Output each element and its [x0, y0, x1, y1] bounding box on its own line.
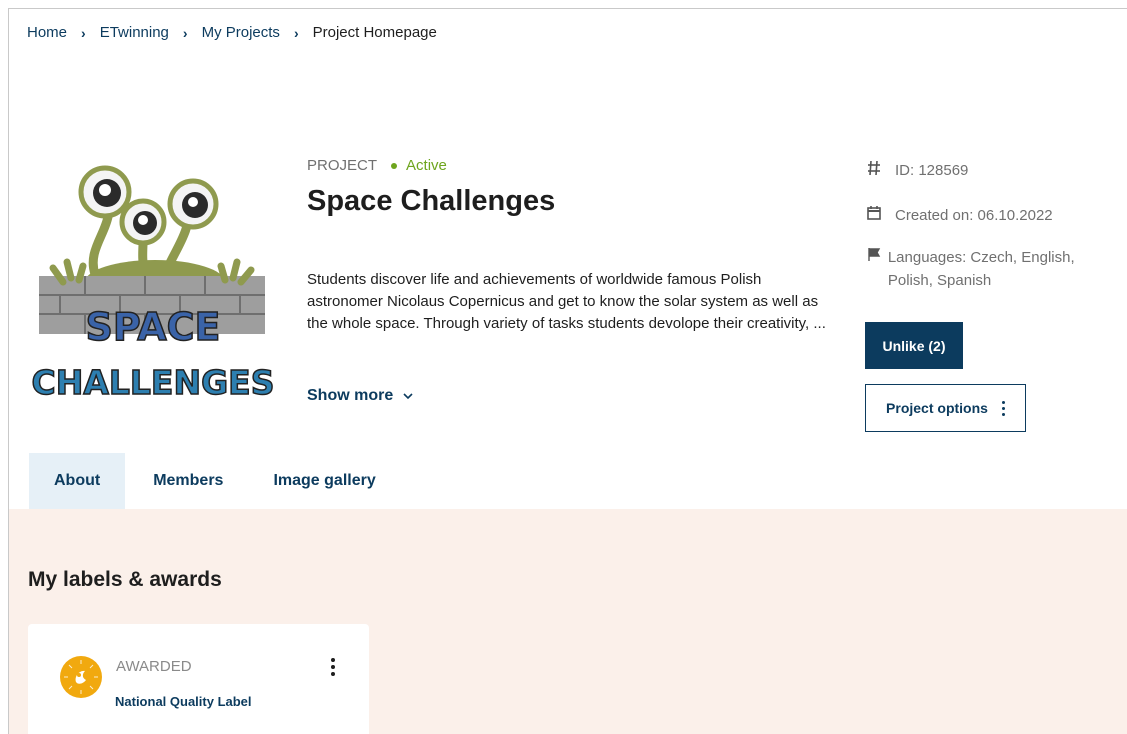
breadcrumb-my-projects[interactable]: My Projects [202, 24, 280, 41]
flag-icon [867, 246, 888, 292]
award-status: AWARDED [116, 658, 192, 675]
page-title: Space Challenges [307, 185, 556, 217]
project-type: PROJECT [307, 157, 378, 174]
breadcrumb: Home › ETwinning › My Projects › Project… [27, 24, 437, 41]
more-vertical-icon [1001, 400, 1005, 416]
calendar-icon [867, 204, 895, 227]
hash-icon [867, 159, 895, 182]
tab-bar: About Members Image gallery [29, 453, 401, 509]
quality-label-badge-icon [60, 656, 102, 698]
chevron-right-icon: › [182, 24, 188, 41]
breadcrumb-etwinning[interactable]: ETwinning [100, 24, 169, 41]
show-more-button[interactable]: Show more [307, 387, 413, 405]
project-id: ID: 128569 [867, 159, 968, 182]
tab-members[interactable]: Members [125, 453, 248, 509]
tab-about[interactable]: About [29, 453, 126, 509]
tab-image-gallery[interactable]: Image gallery [248, 453, 400, 509]
project-options-label: Project options [886, 400, 988, 416]
project-meta: PROJECT Active [307, 157, 447, 174]
svg-text:SPACE: SPACE [86, 305, 221, 349]
project-created-date: Created on: 06.10.2022 [867, 204, 1053, 227]
show-more-label: Show more [307, 387, 394, 404]
chevron-right-icon: › [293, 24, 299, 41]
award-label[interactable]: National Quality Label [115, 694, 252, 709]
project-logo: SPACE CHALLENGES [31, 165, 275, 399]
breadcrumb-home[interactable]: Home [27, 24, 67, 41]
chevron-right-icon: › [81, 24, 86, 41]
breadcrumb-current: Project Homepage [312, 24, 437, 41]
page-frame: Home › ETwinning › My Projects › Project… [8, 8, 1127, 734]
section-heading: My labels & awards [28, 568, 222, 591]
award-card: AWARDED National Quality Label [28, 624, 369, 734]
about-section: My labels & awards AWARDED National Qual… [9, 509, 1127, 734]
svg-text:CHALLENGES: CHALLENGES [32, 363, 275, 399]
project-description: Students discover life and achievements … [307, 271, 826, 332]
status-dot-icon [391, 162, 398, 169]
project-options-button[interactable]: Project options [865, 384, 1026, 432]
project-languages: Languages: Czech, English, Polish, Spani… [867, 246, 1107, 292]
chevron-down-icon [403, 392, 413, 399]
unlike-button[interactable]: Unlike (2) [865, 322, 963, 369]
status-badge: Active [406, 157, 447, 174]
kebab-menu-icon[interactable] [328, 658, 338, 680]
